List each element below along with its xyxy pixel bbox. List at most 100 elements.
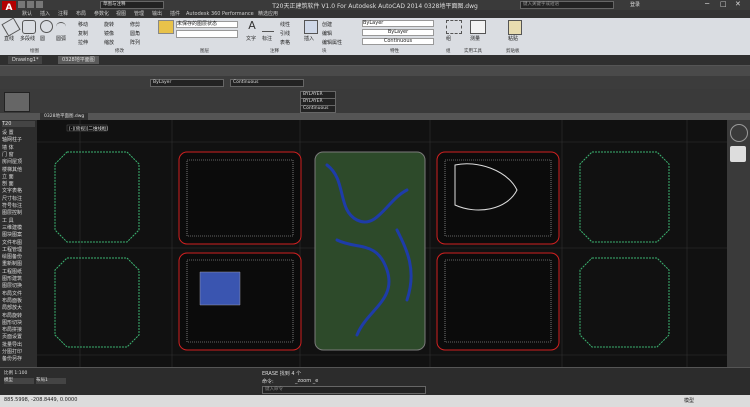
layer-dropdown[interactable] [176,30,238,38]
coordinates-readout[interactable]: 885.5998, -208.8449, 0.0000 [4,397,77,403]
group-icon[interactable] [446,20,462,34]
palette-item[interactable]: 重新制图 [2,260,22,267]
palette-item[interactable]: 批量导出 [2,341,22,348]
palette-item[interactable]: 文字表格 [2,187,22,194]
palette-item[interactable]: 工程图纸 [2,268,22,275]
arc-icon[interactable] [56,22,66,31]
palette-item[interactable]: 图形建筑 [2,275,22,282]
modify-fillet[interactable]: 圆角 [130,30,140,37]
table-tool[interactable]: 表格 [280,39,290,46]
palette-item[interactable]: 门 窗 [2,151,14,158]
tab-layout[interactable]: 布局 [76,10,86,18]
palette-item[interactable]: 文件布图 [2,239,22,246]
tab-parametric[interactable]: 参数化 [94,10,109,18]
bylayer-linetype[interactable]: Continuous [300,105,336,113]
tab-performance[interactable]: Performance [222,10,254,18]
palette-item[interactable]: 楼梯其他 [2,166,22,173]
palette-item[interactable]: 绘图备份 [2,253,22,260]
palette-item[interactable]: 尺寸标注 [2,195,22,202]
tab-output[interactable]: 输出 [152,10,162,18]
tab-annotate[interactable]: 注释 [58,10,68,18]
modify-trim[interactable]: 修剪 [130,21,140,28]
block-edit[interactable]: 编辑 [322,30,332,37]
palette-item[interactable]: 剖 面 [2,180,14,187]
tab-featured-apps[interactable]: 精选应用 [258,10,278,18]
tarch-logo-icon[interactable] [4,92,30,112]
palette-item[interactable]: 布局旋转 [2,312,22,319]
layout-tab-1[interactable]: 布局1 [36,378,66,384]
dimension-tool-label[interactable]: 标注 [262,35,272,42]
layer-properties-icon[interactable] [158,20,174,34]
line-icon[interactable] [1,17,21,37]
viewcube-icon[interactable] [730,124,748,142]
linetype-dropdown-2[interactable]: Continuous [230,79,304,87]
document-tab[interactable]: 0328地平面图.dwg [40,113,89,120]
login-link[interactable]: 登录 [630,1,640,8]
palette-item[interactable]: 轴网柱子 [2,136,22,143]
tab-autodesk360[interactable]: Autodesk 360 [186,10,221,18]
linetype-dropdown[interactable]: Continuous [362,38,434,45]
maximize-button[interactable]: □ [720,0,727,8]
layer-state-dropdown[interactable]: 未保存的图层状态 [176,21,238,28]
palette-item[interactable]: 备份另存 [2,355,22,362]
close-button[interactable]: ✕ [735,0,741,8]
palette-item[interactable]: 页面设置 [2,333,22,340]
file-tab-active[interactable]: 0328地平面图 [58,56,99,64]
modify-scale[interactable]: 缩放 [104,39,114,46]
palette-item[interactable]: 图层控制 [2,209,22,216]
palette-item[interactable]: 符号标注 [2,202,22,209]
group-tool-label[interactable]: 组 [446,35,451,42]
palette-item[interactable]: 图层切换 [2,282,22,289]
modify-array[interactable]: 阵列 [130,39,140,46]
palette-item[interactable]: 布局拼接 [2,326,22,333]
color-dropdown[interactable]: ByLayer [362,20,434,27]
scale-label[interactable]: 比例 1:100 [4,370,27,376]
insert-tool-label[interactable]: 插入 [304,35,314,42]
command-input[interactable]: 键入命令 [262,386,426,394]
modify-copy[interactable]: 复制 [78,30,88,37]
palette-item[interactable]: 分图打印 [2,348,22,355]
palette-item[interactable]: 布局文件 [2,290,22,297]
lineweight-dropdown[interactable]: ByLayer [362,29,434,36]
circle-icon[interactable] [40,20,53,33]
model-space-toggle[interactable]: 模型 [684,397,694,404]
paste-icon[interactable] [508,20,522,35]
block-create[interactable]: 创建 [322,21,332,28]
arc-tool-label[interactable]: 圆弧 [56,35,66,42]
text-icon[interactable]: A [246,20,258,32]
polyline-tool-label[interactable]: 多段线 [20,35,35,42]
polyline-icon[interactable] [22,20,36,34]
measure-tool-label[interactable]: 测量 [470,35,480,42]
palette-item[interactable]: 房间屋顶 [2,158,22,165]
modify-rotate[interactable]: 旋转 [104,21,114,28]
tab-manage[interactable]: 管理 [134,10,144,18]
dimension-icon[interactable] [262,21,274,32]
modify-stretch[interactable]: 拉伸 [78,39,88,46]
palette-item[interactable]: 三维建模 [2,224,22,231]
drawing-canvas[interactable]: [-][俯视][二维线框] [37,120,727,367]
palette-item[interactable]: 局部放大 [2,304,22,311]
palette-item[interactable]: 布局面板 [2,297,22,304]
leader-tool[interactable]: 引线 [280,30,290,37]
palette-item[interactable]: 工程管理 [2,246,22,253]
palette-item[interactable]: 墙 体 [2,144,14,151]
layer-dropdown-2[interactable]: ByLayer [150,79,224,87]
tab-default[interactable]: 默认 [22,10,32,18]
viewport-label[interactable]: [-][俯视][二维线框] [69,126,108,132]
tab-plugins[interactable]: 插件 [170,10,180,18]
insert-block-icon[interactable] [304,20,318,34]
navigation-wheel-icon[interactable] [730,146,746,162]
measure-icon[interactable] [470,20,486,34]
line-tool-label[interactable]: 直线 [4,35,14,42]
modify-mirror[interactable]: 镜像 [104,30,114,37]
palette-item[interactable]: 设 置 [2,129,14,136]
layout-tab-model[interactable]: 模型 [4,378,34,384]
modify-move[interactable]: 移动 [78,21,88,28]
paste-tool-label[interactable]: 粘贴 [508,35,518,42]
palette-item[interactable]: 图块图案 [2,231,22,238]
search-input[interactable]: 键入关键字或短语 [520,1,614,9]
palette-item[interactable]: 立 面 [2,173,14,180]
minimize-button[interactable]: ─ [705,0,709,8]
tab-insert[interactable]: 插入 [40,10,50,18]
file-tab-drawing1[interactable]: Drawing1* [8,56,43,64]
